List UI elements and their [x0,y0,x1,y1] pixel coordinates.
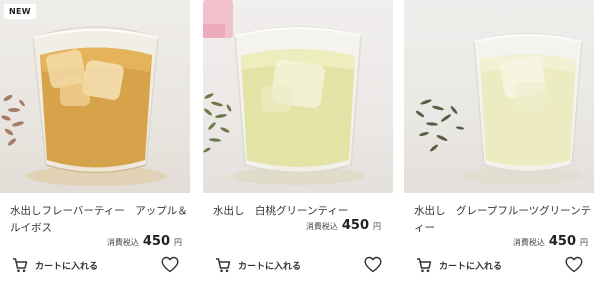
product-image[interactable]: NEW [0,0,190,193]
cart-icon [13,258,28,273]
add-to-cart-label: カートに入れる [238,261,302,272]
product-title[interactable]: 水出し グレープフルーツグリーンティー [414,203,592,237]
product-card[interactable]: NEW 水出しフレーバーティー アップル＆ルイボス 消費税込 450 円 カート… [0,0,190,285]
add-to-cart-label: カートに入れる [35,261,99,272]
heart-icon [161,256,179,273]
price-row: 消費税込 450 円 [513,234,588,249]
tax-included-label: 消費税込 [106,238,139,247]
price-value: 450 [341,218,369,233]
cart-icon [216,258,231,273]
product-image[interactable] [203,0,393,193]
tax-included-label: 消費税込 [305,222,338,231]
favorite-button[interactable] [364,256,382,273]
tax-included-label: 消費税込 [512,238,545,247]
price-row: 消費税込 450 円 [107,234,182,249]
add-to-cart-button[interactable]: カートに入れる [12,256,98,274]
add-to-cart-button[interactable]: カートに入れる [416,256,502,274]
product-card[interactable]: 水出し グレープフルーツグリーンティー 消費税込 450 円 カートに入れる [404,0,594,285]
add-to-cart-button[interactable]: カートに入れる [215,256,301,274]
currency-label: 円 [373,222,381,231]
product-title[interactable]: 水出しフレーバーティー アップル＆ルイボス [10,203,188,237]
product-image[interactable] [404,0,594,193]
heart-icon [565,256,583,273]
price-value: 450 [142,234,170,249]
iced-tea-glass-illustration [415,33,583,185]
add-to-cart-label: カートに入れる [439,261,503,272]
cart-icon [417,258,432,273]
favorite-button[interactable] [161,256,179,273]
favorite-button[interactable] [565,256,583,273]
iced-tea-glass-illustration [203,0,364,185]
iced-tea-glass-illustration [1,26,167,186]
price-row: 消費税込 450 円 [306,218,381,233]
product-card[interactable]: 水出し 白桃グリーンティー 消費税込 450 円 カートに入れる [203,0,393,285]
price-value: 450 [548,234,576,249]
currency-label: 円 [580,238,588,247]
currency-label: 円 [174,238,182,247]
new-badge: NEW [4,4,36,19]
heart-icon [364,256,382,273]
